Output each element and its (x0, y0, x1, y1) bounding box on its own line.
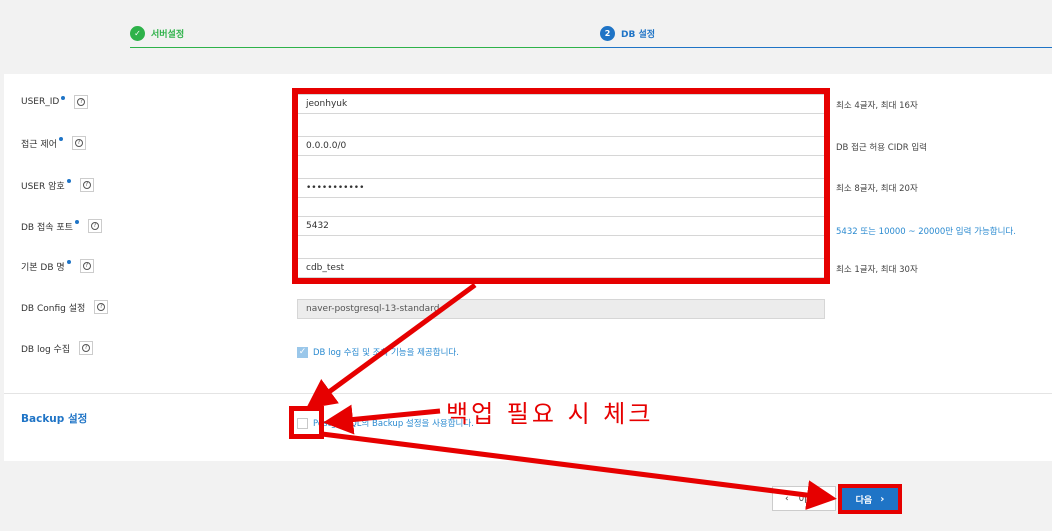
label-text: DB 접속 포트 (21, 222, 73, 233)
db-log-checkbox[interactable]: ✓ DB log 수집 및 조회 기능을 제공합니다. (297, 346, 459, 358)
db-config-label: DB Config 설정 ? (21, 300, 109, 314)
step-line-complete (130, 47, 600, 48)
question-icon: ? (74, 139, 83, 147)
step-server-settings: ✓ 서버설정 (130, 26, 184, 41)
db-port-input[interactable]: 5432 (297, 216, 825, 236)
label-text: DB log 수집 (21, 344, 71, 355)
access-control-hint: DB 접근 허용 CIDR 입력 (836, 143, 927, 153)
checkmark-icon: ✓ (297, 346, 308, 358)
user-id-input[interactable]: jeonhyuk (297, 94, 825, 114)
question-icon: ? (97, 303, 106, 311)
prev-button[interactable]: ‹ 이전 (772, 486, 836, 511)
checkbox-label: DB log 수집 및 조회 기능을 제공합니다. (313, 348, 459, 358)
step-label: DB 설정 (621, 30, 656, 40)
step-line-current (600, 47, 1052, 48)
chevron-left-icon: ‹ (785, 493, 789, 504)
user-id-hint: 최소 4글자, 최대 16자 (836, 101, 918, 111)
required-dot (58, 137, 63, 141)
annotation-text: 백업 필요 시 체크 (446, 400, 654, 428)
help-button[interactable]: ? (74, 95, 89, 109)
question-icon: ? (90, 222, 99, 230)
required-dot (74, 220, 79, 224)
help-button[interactable]: ? (71, 136, 86, 150)
help-button[interactable]: ? (79, 259, 94, 273)
backup-section-title: Backup 설정 (21, 413, 88, 425)
question-icon: ? (82, 262, 91, 270)
password-hint: 최소 8글자, 최대 20자 (836, 184, 918, 194)
required-dot (61, 96, 66, 100)
help-button[interactable]: ? (79, 341, 94, 355)
label-text: USER_ID (21, 97, 60, 107)
next-button[interactable]: 다음 › (838, 484, 902, 514)
checkbox-icon (297, 417, 308, 429)
label-text: DB Config 설정 (21, 303, 86, 314)
db-name-label: 기본 DB 명 ? (21, 259, 94, 273)
chevron-right-icon: › (880, 493, 885, 505)
label-text: 기본 DB 명 (21, 262, 65, 273)
password-label: USER 암호 ? (21, 178, 94, 192)
db-port-label: DB 접속 포트 ? (21, 219, 102, 233)
help-button[interactable]: ? (94, 300, 109, 314)
question-icon: ? (77, 98, 86, 106)
question-icon: ? (82, 344, 91, 352)
label-text: 접근 제어 (21, 139, 57, 150)
help-button[interactable]: ? (79, 178, 94, 192)
access-control-label: 접근 제어 ? (21, 136, 86, 150)
db-name-hint: 최소 1글자, 최대 30자 (836, 265, 918, 275)
step-label: 서버설정 (151, 30, 185, 40)
required-dot (66, 179, 71, 183)
help-button[interactable]: ? (87, 219, 102, 233)
db-log-label: DB log 수집 ? (21, 341, 94, 355)
step-number: 2 (600, 26, 615, 41)
check-icon: ✓ (130, 26, 145, 41)
db-port-hint: 5432 또는 10000 ~ 20000만 입력 가능합니다. (836, 227, 1016, 237)
progress-stepper: ✓ 서버설정 2 DB 설정 (0, 0, 1052, 66)
button-label: 이전 (798, 495, 816, 505)
user-id-label: USER_ID ? (21, 95, 89, 109)
db-name-input[interactable]: cdb_test (297, 258, 825, 278)
required-dot (66, 260, 71, 264)
password-input[interactable]: ••••••••••• (297, 178, 825, 198)
db-config-select[interactable]: naver-postgresql-13-standard (297, 299, 825, 319)
question-icon: ? (82, 181, 91, 189)
access-control-input[interactable]: 0.0.0.0/0 (297, 136, 825, 156)
label-text: USER 암호 (21, 181, 65, 192)
step-db-settings: 2 DB 설정 (600, 26, 655, 41)
button-label: 다음 (855, 495, 873, 506)
